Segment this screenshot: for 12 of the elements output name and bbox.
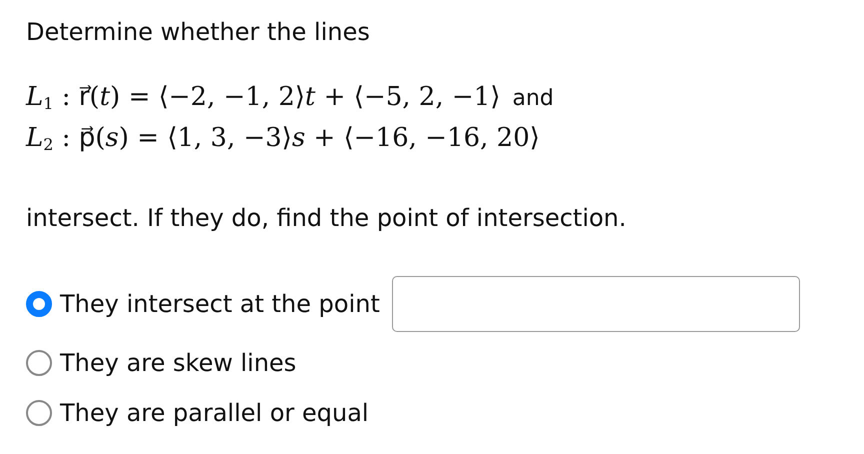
option-label[interactable]: They intersect at the point bbox=[60, 290, 380, 318]
equation: L$_{2}$ : p⃗(s) = ⟨1, 3, −3⟩s + ⟨−16, −16, 20⟩ bbox=[26, 122, 540, 156]
option-label[interactable]: They are parallel or equal bbox=[60, 399, 369, 427]
instruction-text: intersect. If they do, find the point of intersection. bbox=[26, 203, 628, 234]
conjunction-text: and bbox=[512, 86, 554, 111]
radio-button[interactable] bbox=[26, 291, 52, 317]
answer-field[interactable] bbox=[392, 276, 800, 332]
radio-button[interactable] bbox=[26, 400, 52, 426]
radio-button[interactable] bbox=[26, 350, 52, 376]
option-label[interactable]: They are skew lines bbox=[60, 349, 296, 377]
question-text: Determine whether the lines bbox=[26, 17, 371, 48]
equation: L$_{1}$ : r⃗(t) = ⟨−2, −1, 2⟩t + ⟨−5, 2, −1⟩ bbox=[26, 81, 500, 115]
